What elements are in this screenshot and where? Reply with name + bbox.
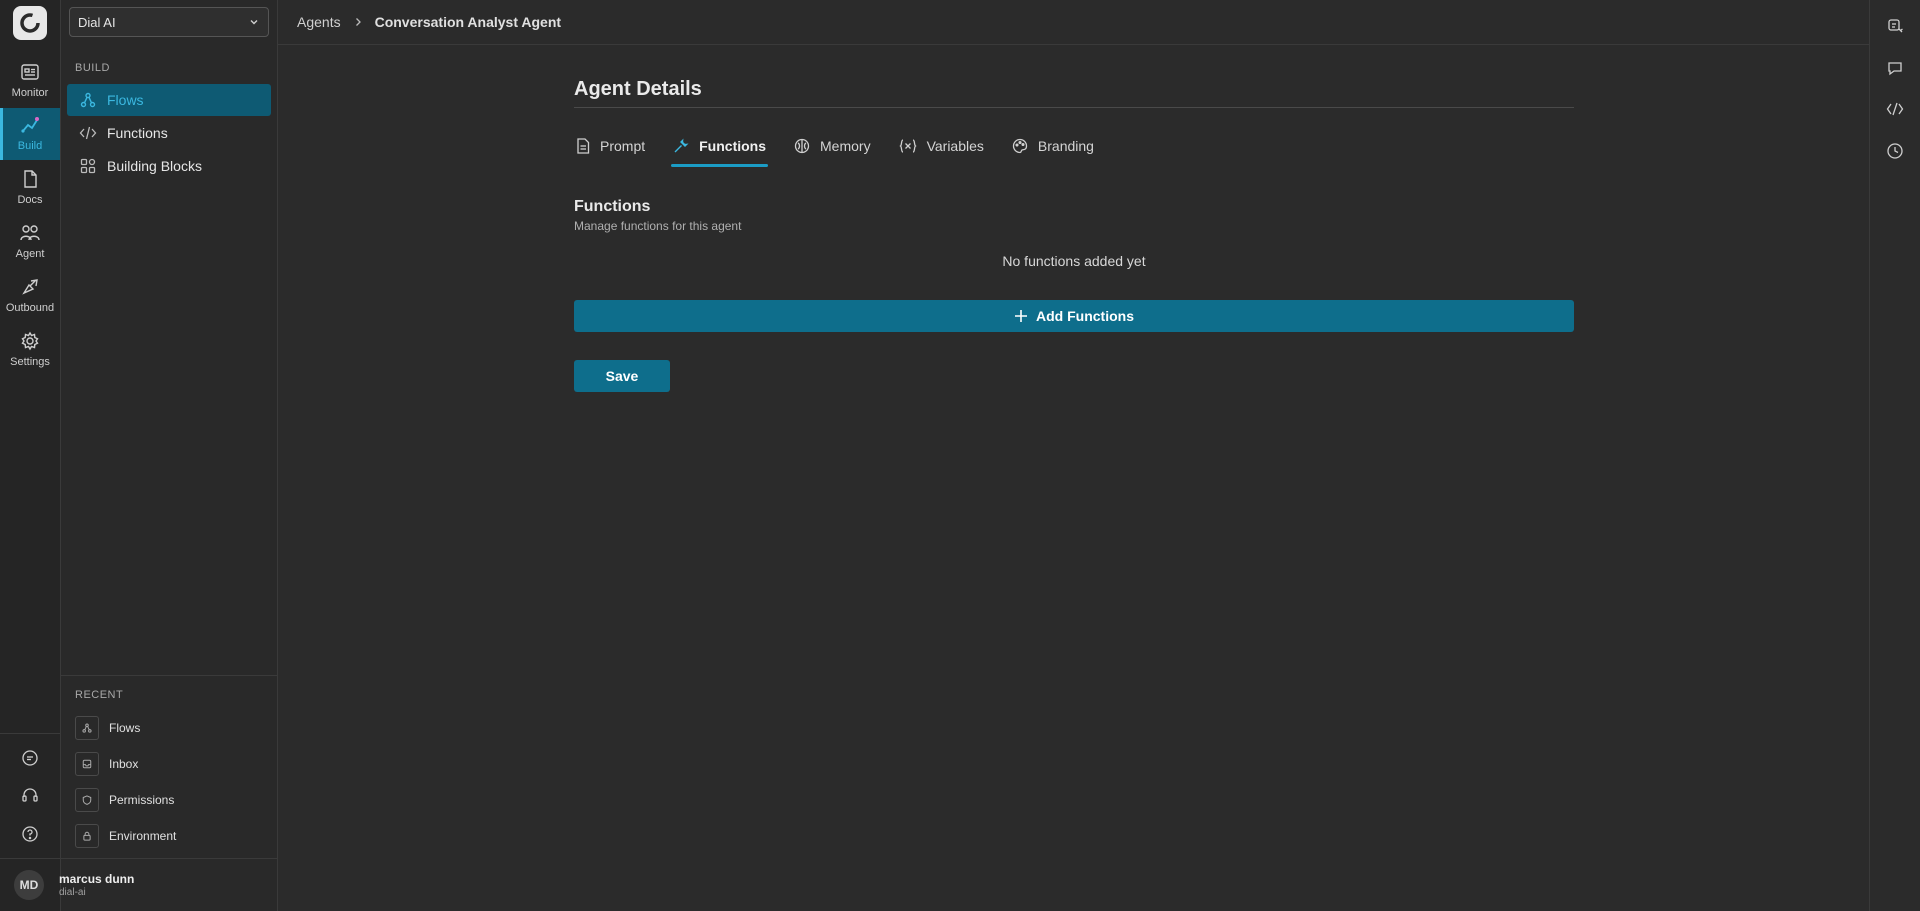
add-functions-button[interactable]: Add Functions [574, 300, 1574, 332]
recent-item-label: Inbox [109, 757, 139, 771]
flows-icon [79, 92, 97, 108]
page-title: Agent Details [574, 78, 1574, 108]
settings-icon [19, 330, 41, 352]
sidebar: Dial AI BUILD Flows Functions Building B… [61, 0, 278, 911]
sidebar-item-label: Functions [107, 125, 168, 141]
recent-item-label: Flows [109, 721, 141, 735]
rail-label: Monitor [11, 87, 49, 99]
recent-item-flows[interactable]: Flows [75, 715, 265, 741]
sidebar-item-building-blocks[interactable]: Building Blocks [67, 150, 271, 182]
flows-icon [75, 716, 99, 740]
monitor-icon [19, 61, 41, 83]
left-rail: Monitor Build Docs Agent Outbound Settin… [0, 0, 61, 911]
chat-icon [21, 749, 39, 767]
code-panel-button[interactable] [1870, 94, 1920, 124]
message-icon [1886, 59, 1904, 77]
support-button[interactable] [0, 781, 60, 811]
rail-item-settings[interactable]: Settings [0, 324, 60, 376]
blocks-icon [79, 158, 97, 174]
rail-label: Settings [10, 356, 50, 368]
recent-item-permissions[interactable]: Permissions [75, 787, 265, 813]
sidebar-divider [61, 675, 278, 676]
docs-icon [19, 168, 41, 190]
chat-panel-button[interactable] [1870, 53, 1920, 83]
functions-section-subtitle: Manage functions for this agent [574, 219, 742, 233]
rail-item-build[interactable]: Build [0, 108, 60, 160]
workspace-select[interactable]: Dial AI [69, 7, 269, 37]
support-icon [21, 787, 39, 805]
sidebar-item-flows[interactable]: Flows [67, 84, 271, 116]
avatar: MD [14, 869, 44, 900]
agent-tabs: Prompt Functions Memory Variables Brandi… [574, 130, 1574, 168]
outbound-icon [19, 276, 41, 298]
tab-prompt[interactable]: Prompt [574, 130, 647, 162]
breadcrumb-current: Conversation Analyst Agent [374, 14, 562, 30]
right-rail [1869, 0, 1920, 911]
history-button[interactable] [1870, 136, 1920, 166]
tab-functions[interactable]: Functions [671, 130, 768, 167]
document-icon [576, 138, 590, 154]
recent-item-label: Permissions [109, 793, 175, 807]
sidebar-item-label: Flows [107, 92, 144, 108]
recent-item-environment[interactable]: Environment [75, 823, 265, 849]
user-org: dial-ai [59, 886, 86, 898]
tab-label: Functions [699, 138, 767, 154]
build-icon [19, 114, 41, 136]
tab-label: Memory [820, 138, 871, 154]
rail-item-monitor[interactable]: Monitor [0, 55, 60, 107]
sidebar-item-functions[interactable]: Functions [67, 117, 271, 149]
user-info: marcus dunn dial-ai [59, 872, 134, 898]
ai-assistant-button[interactable] [1870, 11, 1920, 41]
clock-icon [1886, 142, 1904, 160]
logo-icon [20, 13, 40, 33]
sidebar-item-label: Building Blocks [107, 158, 202, 174]
chevron-right-icon [353, 17, 363, 27]
recent-item-inbox[interactable]: Inbox [75, 751, 265, 777]
rail-label: Agent [15, 248, 45, 260]
tab-variables[interactable]: Variables [897, 130, 986, 162]
rail-item-agent[interactable]: Agent [0, 216, 60, 268]
tab-label: Variables [926, 138, 984, 154]
chat-button[interactable] [0, 743, 60, 773]
rail-label: Build [17, 140, 43, 152]
rail-label: Outbound [5, 302, 55, 314]
plus-icon [1014, 309, 1028, 323]
palette-icon [1012, 138, 1028, 154]
breadcrumb-agents-link[interactable]: Agents [297, 14, 341, 30]
inbox-icon [75, 752, 99, 776]
variables-icon [898, 138, 917, 154]
rail-item-docs[interactable]: Docs [0, 162, 60, 214]
tab-branding[interactable]: Branding [1010, 130, 1096, 162]
tab-label: Prompt [600, 138, 646, 154]
tab-memory[interactable]: Memory [792, 130, 873, 162]
help-button[interactable] [0, 819, 60, 849]
breadcrumb: Agents Conversation Analyst Agent [278, 0, 1869, 45]
code-slash-icon [1886, 100, 1904, 118]
rail-item-outbound[interactable]: Outbound [0, 270, 60, 322]
main-content: Agent Details Prompt Functions Memory Va… [574, 78, 1574, 392]
app-logo[interactable] [13, 6, 47, 40]
tab-label: Branding [1037, 138, 1094, 154]
shield-icon [75, 788, 99, 812]
rail-divider [0, 733, 60, 734]
user-profile[interactable]: MD marcus dunn dial-ai [0, 858, 278, 911]
workspace-name: Dial AI [78, 14, 116, 30]
code-icon [79, 125, 97, 141]
add-functions-label: Add Functions [1036, 308, 1134, 324]
brain-icon [794, 138, 810, 154]
wrench-icon [673, 138, 689, 154]
build-section-label: BUILD [75, 62, 110, 74]
recent-section-label: RECENT [75, 689, 124, 701]
empty-state-text: No functions added yet [1002, 253, 1146, 269]
lock-icon [75, 824, 99, 848]
save-button[interactable]: Save [574, 360, 670, 392]
recent-item-label: Environment [109, 829, 177, 843]
ai-assistant-icon [1886, 17, 1904, 35]
rail-label: Docs [17, 194, 43, 206]
user-name: marcus dunn [59, 871, 135, 886]
help-icon [21, 825, 39, 843]
chevron-down-icon [248, 16, 260, 28]
agent-icon [19, 222, 41, 244]
functions-section-title: Functions [574, 198, 651, 215]
